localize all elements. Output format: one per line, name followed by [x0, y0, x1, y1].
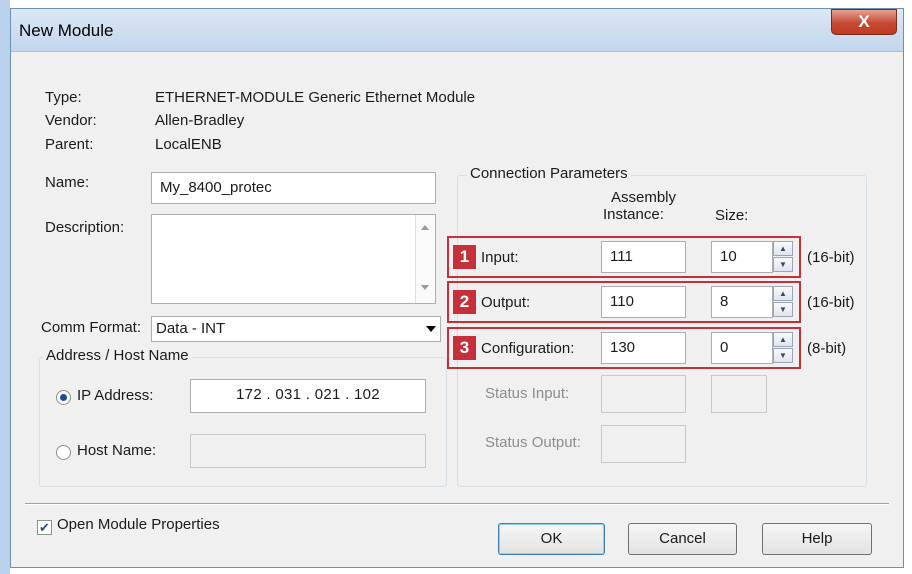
badge-3: 3: [453, 336, 476, 360]
configuration-label: Configuration:: [481, 340, 575, 357]
assembly-header-line1: Assembly: [611, 189, 677, 206]
assembly-instance-header: Assembly Instance:: [603, 189, 676, 223]
help-button[interactable]: Help: [762, 523, 872, 555]
spin-down-icon[interactable]: ▼: [773, 257, 793, 272]
ip-address-radio[interactable]: [56, 390, 71, 405]
input-unit: (16-bit): [807, 249, 855, 266]
scroll-up-icon[interactable]: [421, 225, 429, 230]
footer-separator: [25, 503, 889, 505]
configuration-size-spinner[interactable]: ▲ ▼: [773, 332, 793, 363]
type-value: ETHERNET-MODULE Generic Ethernet Module: [155, 89, 476, 106]
output-unit: (16-bit): [807, 294, 855, 311]
input-size-spinner[interactable]: ▲ ▼: [773, 241, 793, 272]
address-group-title: Address / Host Name: [43, 347, 192, 364]
host-name-label: Host Name:: [77, 442, 157, 459]
output-size-spinner[interactable]: ▲ ▼: [773, 286, 793, 317]
type-label: Type:: [45, 89, 82, 106]
name-field[interactable]: My_8400_protec: [151, 172, 436, 204]
configuration-size-field[interactable]: 0: [711, 332, 773, 364]
parent-value: LocalENB: [155, 136, 222, 153]
name-label: Name:: [45, 174, 90, 191]
cancel-button[interactable]: Cancel: [628, 523, 737, 555]
input-instance-field[interactable]: 111: [601, 241, 686, 273]
status-input-label: Status Input:: [485, 385, 570, 402]
host-name-field[interactable]: [190, 434, 426, 468]
title-bar: New Module X: [11, 9, 903, 52]
status-output-label: Status Output:: [485, 434, 581, 451]
spin-up-icon[interactable]: ▲: [773, 332, 793, 347]
spin-up-icon[interactable]: ▲: [773, 286, 793, 301]
close-button[interactable]: X: [831, 9, 897, 35]
size-header: Size:: [715, 207, 749, 224]
output-label: Output:: [481, 294, 531, 311]
radio-selected-dot: [60, 394, 67, 401]
comm-format-select[interactable]: Data - INT: [151, 316, 441, 342]
input-size-field[interactable]: 10: [711, 241, 773, 273]
open-module-properties-checkbox[interactable]: ✔: [37, 520, 52, 535]
assembly-header-line2: Instance:: [603, 206, 664, 223]
configuration-unit: (8-bit): [807, 340, 847, 357]
open-module-properties-label: Open Module Properties: [57, 516, 220, 533]
dialog-title: New Module: [19, 21, 114, 40]
parent-label: Parent:: [45, 136, 94, 153]
window-frame-edge: [0, 0, 10, 574]
ip-address-field[interactable]: 172 . 031 . 021 . 102: [190, 379, 426, 413]
vendor-label: Vendor:: [45, 112, 97, 129]
status-input-size-field[interactable]: [711, 375, 767, 413]
description-field[interactable]: [151, 214, 436, 304]
spin-down-icon[interactable]: ▼: [773, 348, 793, 363]
status-input-instance-field[interactable]: [601, 375, 686, 413]
status-output-instance-field[interactable]: [601, 425, 686, 463]
input-label: Input:: [481, 249, 519, 266]
badge-1: 1: [453, 245, 476, 269]
spin-down-icon[interactable]: ▼: [773, 302, 793, 317]
connection-parameters-title: Connection Parameters: [467, 165, 631, 182]
spin-up-icon[interactable]: ▲: [773, 241, 793, 256]
configuration-instance-field[interactable]: 130: [601, 332, 686, 364]
badge-2: 2: [453, 290, 476, 314]
checkmark-icon: ✔: [39, 520, 50, 535]
description-label: Description:: [45, 219, 125, 236]
host-name-radio[interactable]: [56, 445, 71, 460]
output-instance-field[interactable]: 110: [601, 286, 686, 318]
comm-format-value: Data - INT: [156, 320, 226, 337]
output-size-field[interactable]: 8: [711, 286, 773, 318]
scroll-down-icon[interactable]: [421, 285, 429, 290]
chevron-down-icon: [426, 326, 436, 332]
new-module-dialog: New Module X Type: ETHERNET-MODULE Gener…: [10, 8, 904, 568]
ok-button[interactable]: OK: [498, 523, 605, 555]
description-scrollbar[interactable]: [415, 215, 435, 303]
ip-address-label: IP Address:: [77, 387, 154, 404]
vendor-value: Allen-Bradley: [155, 112, 245, 129]
comm-format-label: Comm Format:: [41, 319, 142, 336]
